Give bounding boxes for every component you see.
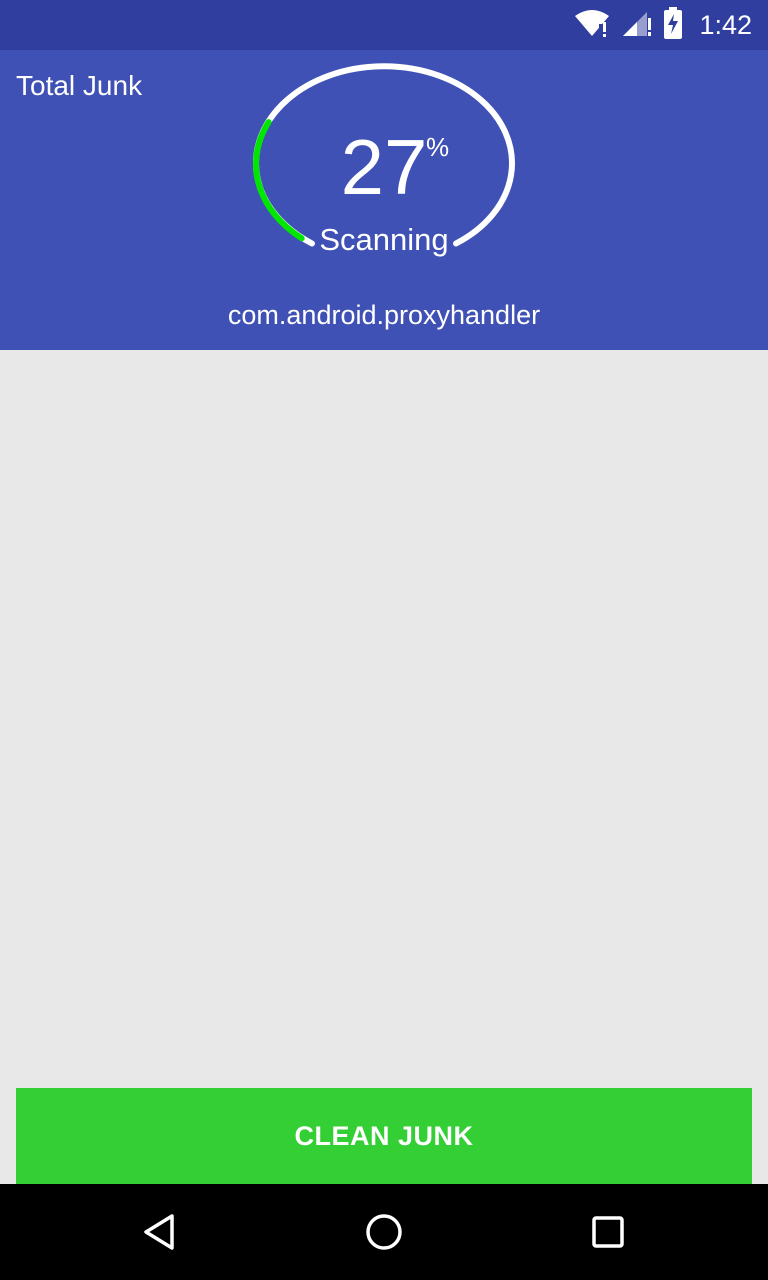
clean-junk-button[interactable]: CLEAN JUNK xyxy=(16,1088,752,1184)
status-bar: 1:42 xyxy=(0,0,768,50)
progress-percentage: 27 xyxy=(340,123,428,211)
back-icon[interactable] xyxy=(132,1204,188,1260)
navigation-bar xyxy=(0,1184,768,1280)
current-package: com.android.proxyhandler xyxy=(227,300,541,330)
cell-signal-icon xyxy=(621,8,653,43)
header-title: Total Junk xyxy=(16,70,143,101)
battery-charging-icon xyxy=(663,6,683,44)
home-icon[interactable] xyxy=(356,1204,412,1260)
recents-icon[interactable] xyxy=(580,1204,636,1260)
junk-header: Total Junk 27 % Scanning com.android.pro… xyxy=(0,50,768,350)
junk-list-area xyxy=(0,350,768,1184)
progress-gauge: 27 % Scanning xyxy=(248,62,520,270)
wifi-icon xyxy=(573,8,611,43)
progress-unit: % xyxy=(426,132,450,162)
scan-status: Scanning xyxy=(319,222,449,257)
status-icons: 1:42 xyxy=(573,0,752,50)
status-time: 1:42 xyxy=(699,9,752,40)
